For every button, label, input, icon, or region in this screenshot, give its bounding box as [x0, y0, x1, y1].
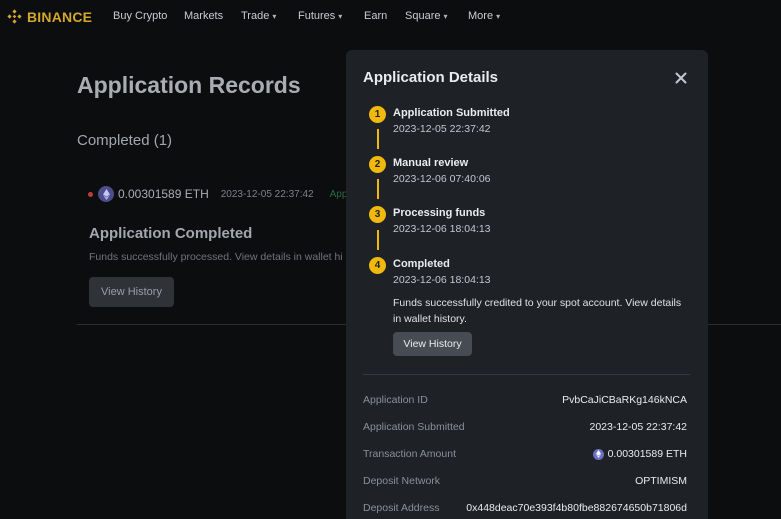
section-title: Completed (1) [77, 132, 173, 149]
nav-item-buy-crypto[interactable]: Buy Crypto [113, 10, 167, 22]
completed-description: Funds successfully processed. View detai… [89, 251, 343, 263]
timeline-connector [377, 129, 379, 149]
detail-label: Deposit Address [363, 502, 440, 514]
chevron-down-icon: ▾ [338, 11, 343, 21]
detail-label: Transaction Amount [363, 448, 456, 460]
nav-item-futures[interactable]: Futures ▾ [298, 10, 342, 22]
nav-item-square[interactable]: Square ▾ [405, 10, 448, 22]
timeline-connector [377, 230, 379, 250]
close-button[interactable] [673, 70, 689, 86]
step-number: 1 [369, 106, 386, 123]
timeline-step-processing: 3 Processing funds 2023-12-06 18:04:13 [369, 206, 491, 236]
nav-item-label: Futures [298, 10, 336, 22]
step-time: 2023-12-06 07:40:06 [393, 173, 491, 185]
detail-row-network: Deposit Network OPTIMISM [363, 474, 687, 488]
application-details-modal: Application Details 1 Application Submit… [346, 50, 708, 519]
detail-value: OPTIMISM [635, 475, 687, 487]
close-icon [675, 72, 687, 84]
chevron-down-icon: ▾ [443, 11, 448, 21]
nav-item-label: Trade [241, 10, 270, 22]
step-time: 2023-12-06 18:04:13 [393, 223, 491, 235]
timeline-step-submitted: 1 Application Submitted 2023-12-05 22:37… [369, 106, 510, 136]
detail-row-amount: Transaction Amount 0.00301589 ETH [363, 447, 687, 461]
nav-item-label: Square [405, 10, 441, 22]
step-time: 2023-12-05 22:37:42 [393, 123, 491, 135]
nav-item-label: Markets [184, 10, 224, 22]
chevron-down-icon: ▾ [272, 11, 277, 21]
modal-title: Application Details [363, 69, 499, 86]
record-row[interactable]: 0.00301589 ETH 2023-12-05 22:37:42 App [88, 186, 347, 202]
brand-name: BINANCE [27, 8, 93, 25]
amount-text: 0.00301589 ETH [607, 448, 687, 460]
completed-title: Application Completed [89, 225, 253, 242]
record-amount: 0.00301589 ETH [118, 187, 209, 201]
step-label: Completed [393, 258, 450, 270]
step-label: Application Submitted [393, 107, 510, 119]
detail-value: PvbCaJiCBaRKg146kNCA [562, 394, 687, 406]
binance-diamond-icon [7, 9, 22, 24]
step-label: Processing funds [393, 207, 486, 219]
view-history-button[interactable]: View History [393, 332, 472, 356]
timeline-step-completed: 4 Completed 2023-12-06 18:04:13 [369, 257, 491, 287]
ethereum-icon [592, 448, 604, 460]
detail-row-application-id: Application ID PvbCaJiCBaRKg146kNCA [363, 393, 687, 407]
record-status: App [329, 188, 348, 200]
detail-label: Application Submitted [363, 421, 465, 433]
nav-item-markets[interactable]: Markets [184, 10, 223, 22]
divider [363, 374, 690, 375]
detail-row-deposit-address: Deposit Address 0x448deac70e393f4b80fbe8… [363, 501, 687, 515]
step-time: 2023-12-06 18:04:13 [393, 274, 491, 286]
timeline-step-review: 2 Manual review 2023-12-06 07:40:06 [369, 156, 491, 186]
nav-item-label: More [468, 10, 494, 22]
step-number: 3 [369, 206, 386, 223]
detail-value: 2023-12-05 22:37:42 [589, 421, 688, 433]
page-title: Application Records [77, 72, 301, 98]
top-nav: BINANCE Buy Crypto Markets Trade ▾ Futur… [0, 0, 781, 32]
step-label: Manual review [393, 157, 469, 169]
chevron-down-icon: ▾ [496, 11, 501, 21]
detail-label: Application ID [363, 394, 428, 406]
status-dot [88, 191, 93, 197]
timeline-connector [377, 179, 379, 199]
nav-item-trade[interactable]: Trade ▾ [241, 10, 276, 22]
detail-label: Deposit Network [363, 475, 441, 487]
nav-item-label: Earn [364, 10, 388, 22]
nav-item-label: Buy Crypto [113, 10, 168, 22]
ethereum-icon [98, 186, 114, 202]
step-number: 4 [369, 257, 386, 274]
binance-logo[interactable]: BINANCE [6, 8, 92, 25]
nav-item-earn[interactable]: Earn [364, 10, 387, 22]
detail-value[interactable]: 0x448deac70e393f4b80fbe882674650b71806d [466, 502, 687, 514]
step-number: 2 [369, 156, 386, 173]
detail-row-submitted: Application Submitted 2023-12-05 22:37:4… [363, 420, 687, 434]
nav-item-more[interactable]: More ▾ [468, 10, 500, 22]
record-time: 2023-12-05 22:37:42 [220, 188, 314, 200]
view-history-button[interactable]: View History [89, 277, 174, 307]
completed-message: Funds successfully credited to your spot… [393, 297, 682, 325]
detail-value-amount: 0.00301589 ETH [592, 448, 687, 460]
